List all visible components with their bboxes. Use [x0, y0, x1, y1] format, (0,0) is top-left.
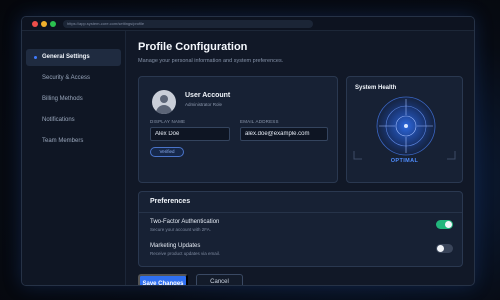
user-account-card: User Account Administrator Role DISPLAY … — [138, 76, 338, 183]
divider — [139, 212, 462, 213]
display-name-field[interactable] — [150, 127, 230, 141]
display-name-label: DISPLAY NAME — [150, 119, 186, 124]
sidebar-item-billing[interactable]: Billing Methods — [26, 91, 121, 108]
title-bar: https://app.system-core.com/settings/pro… — [22, 17, 474, 31]
avatar[interactable] — [152, 90, 176, 114]
sidebar: General Settings Security & Access Billi… — [22, 31, 126, 285]
account-role: Administrator Role — [185, 102, 223, 107]
system-health-title: System Health — [355, 85, 397, 91]
marketing-updates-toggle[interactable] — [436, 244, 453, 253]
health-status: OPTIMAL — [390, 158, 419, 164]
email-field[interactable] — [240, 127, 328, 141]
health-radar-icon — [376, 96, 436, 156]
page-subtitle: Manage your personal information and sys… — [138, 58, 284, 64]
pref-2fa-title: Two-Factor Authentication — [150, 219, 220, 225]
toggle-knob — [437, 245, 444, 252]
email-label: EMAIL ADDRESS — [240, 119, 279, 124]
sidebar-item-label: Team Members — [42, 138, 84, 144]
preferences-title: Preferences — [150, 198, 191, 205]
pref-2fa-desc: Secure your account with 2FA. — [150, 227, 212, 232]
sidebar-item-label: General Settings — [42, 54, 90, 60]
verified-badge: Verified — [150, 147, 184, 157]
maximize-window-icon[interactable] — [50, 21, 56, 27]
sidebar-item-general-settings[interactable]: General Settings — [26, 49, 121, 66]
toggle-knob — [445, 221, 452, 228]
minimize-window-icon[interactable] — [41, 21, 47, 27]
two-factor-toggle[interactable] — [436, 220, 453, 229]
pref-marketing-desc: Receive product updates via email. — [150, 251, 221, 256]
sidebar-item-security[interactable]: Security & Access — [26, 70, 121, 87]
cancel-button[interactable]: Cancel — [196, 274, 243, 285]
pref-marketing-title: Marketing Updates — [150, 243, 201, 249]
sidebar-item-notifications[interactable]: Notifications — [26, 112, 121, 129]
sidebar-item-label: Notifications — [42, 117, 75, 123]
sidebar-item-team-members[interactable]: Team Members — [26, 133, 121, 150]
close-window-icon[interactable] — [32, 21, 38, 27]
main-content: Profile Configuration Manage your person… — [126, 31, 474, 285]
save-changes-button[interactable]: Save Changes — [138, 274, 188, 285]
avatar-body-icon — [156, 105, 172, 114]
account-title: User Account — [185, 92, 231, 99]
address-bar[interactable]: https://app.system-core.com/settings/pro… — [63, 20, 313, 28]
page-title: Profile Configuration — [138, 41, 248, 53]
system-health-card: System Health OPTIMAL — [346, 76, 463, 183]
active-indicator-icon — [34, 56, 37, 59]
preferences-card: Preferences Two-Factor Authentication Se… — [138, 191, 463, 267]
sidebar-item-label: Billing Methods — [42, 96, 83, 102]
app-window: https://app.system-core.com/settings/pro… — [21, 16, 475, 286]
sidebar-item-label: Security & Access — [42, 75, 91, 81]
avatar-head-icon — [160, 95, 168, 103]
